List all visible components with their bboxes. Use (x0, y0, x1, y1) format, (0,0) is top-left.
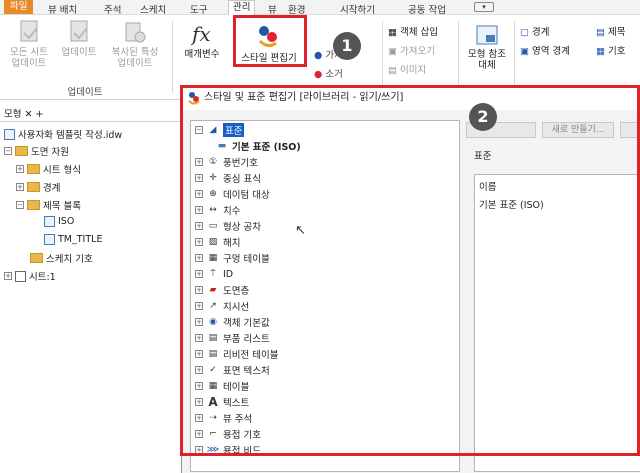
tab-view[interactable]: 뷰 (268, 2, 277, 16)
fx-icon: fx (190, 22, 211, 46)
boundary-icon: ▢ (520, 27, 529, 38)
tab-manage[interactable]: 관리 (228, 0, 256, 15)
symbol-icon: ▦ (596, 46, 605, 57)
symbol-button[interactable]: ▦ 기호 (596, 43, 626, 57)
collapse-icon[interactable]: − (4, 147, 12, 155)
tree-item-document[interactable]: 사용자화 템플릿 작성.idw (4, 127, 122, 141)
update-label: 업데이트 (61, 47, 97, 58)
image-icon: ▤ (388, 65, 397, 76)
replace-model-ref-label: 모형 참조 대체 (468, 49, 506, 71)
update-copied-props-button[interactable]: 복사된 특성 업데이트 (104, 19, 166, 69)
tab-tools[interactable]: 도구 (190, 2, 207, 16)
update-all-sheets-label: 모든 시트 업데이트 (10, 47, 48, 69)
tab-collaborate[interactable]: 공동 작업 (408, 2, 446, 16)
title-block-icon (44, 216, 55, 227)
boundary-button[interactable]: ▢ 경계 (520, 24, 550, 38)
title-block-icon (44, 234, 55, 245)
tab-getting-started[interactable]: 시작하기 (340, 2, 375, 16)
drawing-file-icon (4, 128, 15, 140)
folder-icon (27, 182, 40, 192)
close-icon[interactable]: ✕ (25, 109, 33, 120)
expand-icon[interactable]: + (16, 183, 24, 191)
step-badge-2: 2 (469, 103, 497, 131)
folder-icon (15, 146, 28, 156)
update-button[interactable]: 업데이트 (56, 19, 102, 58)
collapse-icon[interactable]: − (16, 201, 24, 209)
model-ref-icon (476, 25, 498, 45)
tab-file[interactable]: 파일 (4, 0, 34, 14)
tab-model[interactable]: 모형 ✕ + (4, 106, 43, 120)
replace-model-ref-button[interactable]: 모형 참조 대체 (462, 23, 512, 71)
area-boundary-button[interactable]: ▣ 영역 경계 (520, 43, 570, 57)
add-tab-icon[interactable]: + (36, 109, 44, 120)
tree-item-tm-title[interactable]: TM_TITLE (44, 234, 102, 245)
tab-environment[interactable]: 환경 (288, 2, 305, 16)
update-icon (70, 20, 88, 42)
import-icon: ▣ (388, 46, 397, 57)
group-update-label: 업데이트 (67, 87, 103, 98)
menu-bar: 파일 뷰 배치 주석 스케치 도구 관리 뷰 환경 시작하기 공동 작업 ▾ (0, 0, 640, 16)
import-button[interactable]: ▣ 가져오기 (388, 43, 435, 57)
folder-icon (30, 253, 43, 263)
step-badge-1: 1 (333, 32, 361, 60)
title-block-button[interactable]: ▤ 제목 (596, 24, 626, 38)
dialog-highlight (180, 85, 640, 456)
update-all-sheets-button[interactable]: 모든 시트 업데이트 (4, 19, 54, 69)
tree-item-iso[interactable]: ISO (44, 216, 74, 227)
tab-view-layout[interactable]: 뷰 배치 (48, 2, 77, 16)
insert-object-button[interactable]: ▦ 객체 삽입 (388, 24, 438, 38)
tree-item-sheet1[interactable]: + 시트:1 (4, 269, 56, 283)
parameters-button[interactable]: fx 매개변수 (178, 21, 226, 60)
tree-item-drawing-resources[interactable]: − 도면 자원 (4, 144, 69, 158)
update-copied-props-label: 복사된 특성 업데이트 (111, 47, 159, 69)
parameters-label: 매개변수 (184, 49, 220, 60)
copied-props-icon (125, 22, 146, 43)
update-sheets-icon (20, 20, 38, 42)
folder-icon (27, 164, 40, 174)
tree-item-borders[interactable]: + 경계 (16, 180, 60, 194)
style-purge-button[interactable]: ● 소거 (314, 66, 343, 80)
tab-annotate[interactable]: 주석 (104, 2, 121, 16)
ribbon-toggle-icon[interactable]: ▾ (474, 2, 494, 12)
title-block-icon: ▤ (596, 27, 605, 38)
expand-icon[interactable]: + (16, 165, 24, 173)
image-button[interactable]: ▤ 이미지 (388, 62, 426, 76)
tree-item-sketch-symbols[interactable]: 스케치 기호 (30, 251, 93, 265)
tab-sketch[interactable]: 스케치 (140, 2, 166, 16)
tree-item-title-blocks[interactable]: − 제목 블록 (16, 198, 81, 212)
insert-object-icon: ▦ (388, 27, 397, 38)
svg-text:fx: fx (190, 22, 211, 46)
folder-icon (27, 200, 40, 210)
sheet-icon (15, 270, 26, 282)
tree-item-sheet-formats[interactable]: + 시트 형식 (16, 162, 81, 176)
expand-icon[interactable]: + (4, 272, 12, 280)
model-browser: 모형 ✕ + 사용자화 템플릿 작성.idw − 도면 자원 + 시트 형식 + 경계… (0, 100, 183, 473)
area-boundary-icon: ▣ (520, 46, 529, 57)
style-editor-highlight (233, 15, 307, 67)
